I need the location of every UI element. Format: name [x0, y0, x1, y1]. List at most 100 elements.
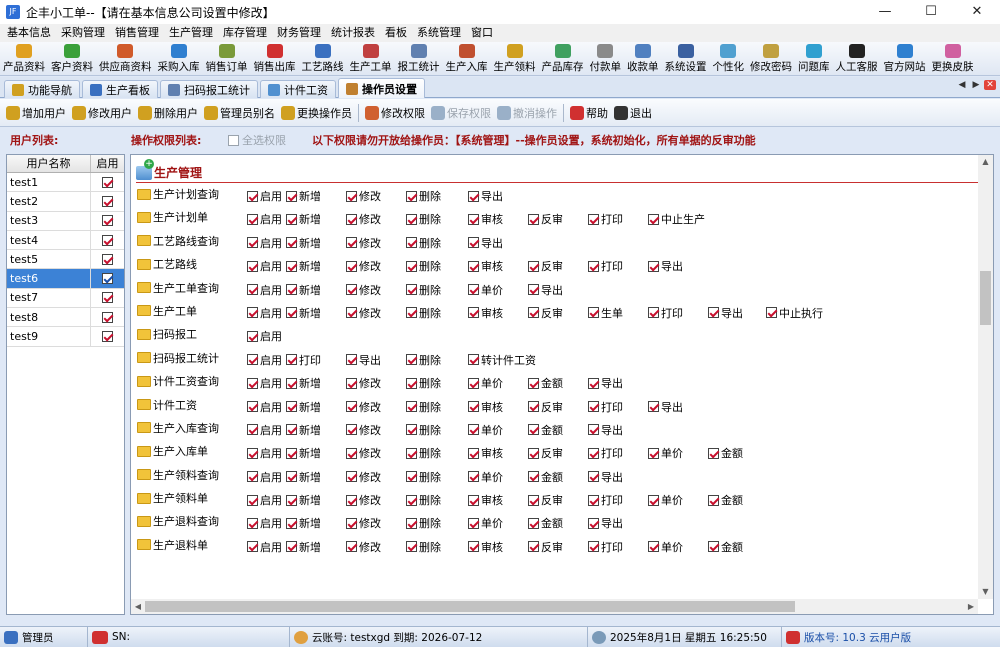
- horizontal-scrollbar[interactable]: ◀ ▶: [131, 599, 978, 614]
- permission-option[interactable]: 金额: [708, 539, 743, 555]
- permission-option[interactable]: 修改: [346, 539, 381, 555]
- permission-option[interactable]: 打印: [588, 539, 623, 555]
- permission-option[interactable]: 启用: [247, 328, 282, 344]
- permission-option[interactable]: 金额: [708, 445, 743, 461]
- permission-option[interactable]: 新增: [286, 422, 321, 438]
- menu-item-6[interactable]: 统计报表: [326, 24, 380, 42]
- user-row[interactable]: test3: [7, 211, 124, 231]
- toolbar-button-8[interactable]: 报工统计: [395, 42, 443, 75]
- permission-checkbox[interactable]: [588, 471, 599, 483]
- user-name-cell[interactable]: test7: [7, 288, 91, 308]
- permission-option[interactable]: 金额: [528, 515, 563, 531]
- scroll-down-arrow-icon[interactable]: ▼: [978, 585, 993, 599]
- action-button-1[interactable]: 修改用户: [72, 105, 132, 121]
- select-all-toggle[interactable]: 全选权限: [228, 132, 286, 148]
- tab-4[interactable]: 操作员设置: [338, 78, 425, 98]
- user-name-cell[interactable]: test5: [7, 250, 91, 269]
- permission-option[interactable]: 删除: [406, 492, 441, 508]
- permission-checkbox[interactable]: [588, 213, 599, 225]
- permission-checkbox[interactable]: [346, 237, 357, 249]
- toolbar-button-11[interactable]: 产品库存: [539, 42, 587, 75]
- permission-option[interactable]: 反审: [528, 258, 563, 274]
- permission-checkbox[interactable]: [346, 190, 357, 202]
- permission-checkbox[interactable]: [286, 517, 297, 529]
- toolbar-button-9[interactable]: 生产入库: [443, 42, 491, 75]
- permission-checkbox[interactable]: [247, 307, 258, 319]
- permission-checkbox[interactable]: [346, 307, 357, 319]
- toolbar-button-16[interactable]: 修改密码: [747, 42, 795, 75]
- permission-checkbox[interactable]: [286, 190, 297, 202]
- permission-option[interactable]: 打印: [588, 211, 623, 227]
- permission-option[interactable]: 导出: [588, 422, 623, 438]
- permission-option[interactable]: 审核: [468, 445, 503, 461]
- permission-checkbox[interactable]: [468, 424, 479, 436]
- action-button-5[interactable]: 修改权限: [365, 105, 425, 121]
- permission-checkbox[interactable]: [406, 260, 417, 272]
- toolbar-button-7[interactable]: 生产工单: [347, 42, 395, 75]
- tab-3[interactable]: 计件工资: [260, 80, 336, 98]
- toolbar-button-3[interactable]: 采购入库: [155, 42, 203, 75]
- permission-module[interactable]: 生产计划单: [137, 209, 208, 225]
- permission-module[interactable]: 生产计划查询: [137, 186, 219, 202]
- permission-checkbox[interactable]: [468, 401, 479, 413]
- permission-checkbox[interactable]: [346, 401, 357, 413]
- permission-option[interactable]: 导出: [468, 188, 503, 204]
- permission-checkbox[interactable]: [648, 401, 659, 413]
- permission-checkbox[interactable]: [468, 190, 479, 202]
- vertical-scrollbar[interactable]: ▲ ▼: [978, 155, 993, 599]
- permission-option[interactable]: 打印: [648, 305, 683, 321]
- permission-checkbox[interactable]: [286, 260, 297, 272]
- permission-option[interactable]: 删除: [406, 539, 441, 555]
- permission-module[interactable]: 计件工资查询: [137, 373, 219, 389]
- permission-option[interactable]: 反审: [528, 492, 563, 508]
- toolbar-button-2[interactable]: 供应商资料: [96, 42, 155, 75]
- col-enabled[interactable]: 启用: [91, 155, 124, 172]
- permission-option[interactable]: 删除: [406, 258, 441, 274]
- permission-checkbox[interactable]: [346, 424, 357, 436]
- user-enabled-cell[interactable]: [91, 331, 124, 343]
- user-name-cell[interactable]: test9: [7, 327, 91, 346]
- toolbar-button-17[interactable]: 问题库: [795, 42, 833, 75]
- user-row[interactable]: test2: [7, 192, 124, 212]
- permission-option[interactable]: 打印: [588, 445, 623, 461]
- permission-option[interactable]: 删除: [406, 375, 441, 391]
- permission-checkbox[interactable]: [346, 541, 357, 553]
- permission-option[interactable]: 审核: [468, 492, 503, 508]
- maximize-button[interactable]: ☐: [908, 0, 954, 24]
- permission-checkbox[interactable]: [247, 284, 258, 296]
- tab-0[interactable]: 功能导航: [4, 80, 80, 98]
- permission-checkbox[interactable]: [406, 401, 417, 413]
- permission-option[interactable]: 启用: [247, 258, 282, 274]
- user-row[interactable]: test7: [7, 288, 124, 309]
- permission-option[interactable]: 删除: [406, 282, 441, 298]
- permission-checkbox[interactable]: [708, 307, 719, 319]
- permission-checkbox[interactable]: [648, 213, 659, 225]
- permission-checkbox[interactable]: [286, 424, 297, 436]
- permission-option[interactable]: 审核: [468, 258, 503, 274]
- permission-option[interactable]: 删除: [406, 422, 441, 438]
- user-name-cell[interactable]: test2: [7, 192, 91, 211]
- permission-checkbox[interactable]: [346, 284, 357, 296]
- permission-checkbox[interactable]: [406, 494, 417, 506]
- permission-checkbox[interactable]: [648, 260, 659, 272]
- menu-item-1[interactable]: 采购管理: [56, 24, 110, 42]
- permission-option[interactable]: 打印: [588, 258, 623, 274]
- menu-item-4[interactable]: 库存管理: [218, 24, 272, 42]
- permission-checkbox[interactable]: [528, 213, 539, 225]
- action-button-6[interactable]: 保存权限: [431, 105, 491, 121]
- permission-option[interactable]: 审核: [468, 539, 503, 555]
- permission-checkbox[interactable]: [346, 494, 357, 506]
- permission-module[interactable]: 工艺路线: [137, 256, 197, 272]
- permission-checkbox[interactable]: [406, 471, 417, 483]
- permission-module[interactable]: 生产退料单: [137, 537, 208, 553]
- toolbar-button-6[interactable]: 工艺路线: [299, 42, 347, 75]
- permission-option[interactable]: 删除: [406, 445, 441, 461]
- permission-module[interactable]: 扫码报工统计: [137, 350, 219, 366]
- user-enabled-checkbox[interactable]: [102, 234, 113, 246]
- action-button-7[interactable]: 撤消操作: [497, 105, 557, 121]
- user-row[interactable]: test8: [7, 308, 124, 328]
- permission-checkbox[interactable]: [648, 494, 659, 506]
- permission-checkbox[interactable]: [588, 447, 599, 459]
- user-enabled-cell[interactable]: [91, 292, 124, 304]
- permission-checkbox[interactable]: [346, 354, 357, 366]
